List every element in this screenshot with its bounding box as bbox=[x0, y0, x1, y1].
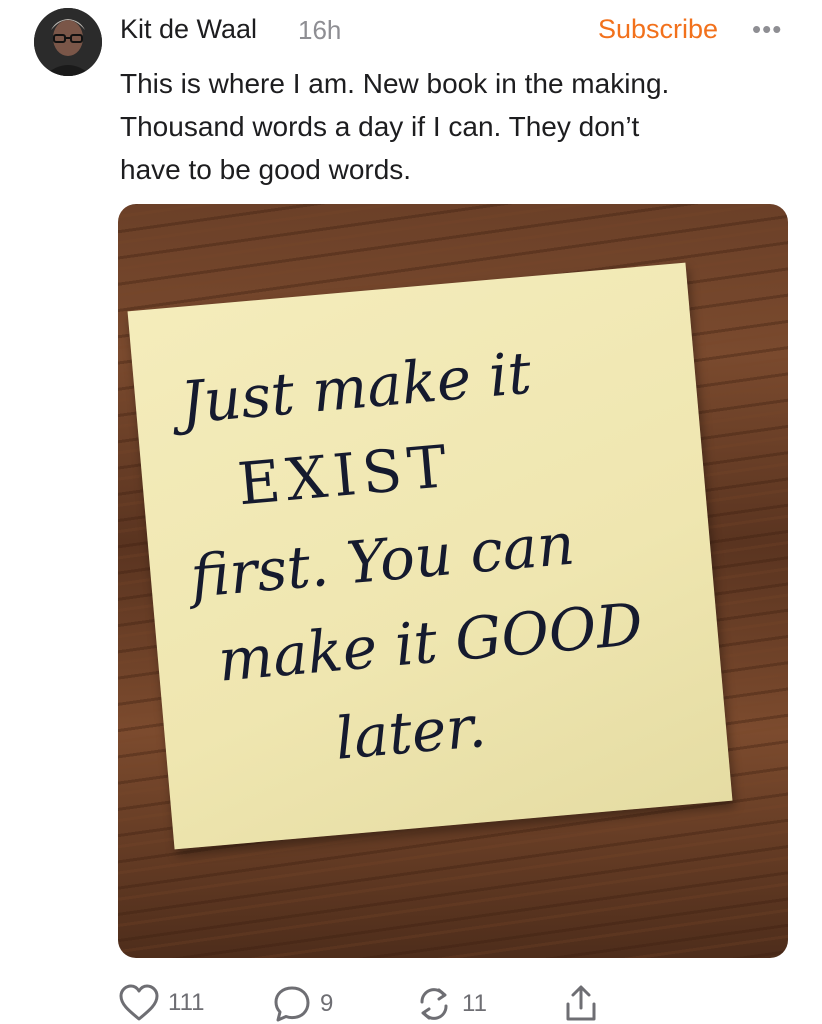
post-image[interactable]: Just make it EXIST first. You can make i… bbox=[118, 204, 788, 958]
comment-button[interactable]: 9 bbox=[272, 984, 333, 1024]
action-bar: 111 9 11 bbox=[0, 978, 822, 1024]
restack-button[interactable]: 11 bbox=[414, 984, 487, 1024]
avatar[interactable] bbox=[34, 8, 102, 76]
like-button[interactable]: 111 bbox=[118, 984, 204, 1022]
more-options-button[interactable]: ••• bbox=[752, 14, 782, 45]
comment-count: 9 bbox=[320, 990, 334, 1017]
note-line-2: EXIST bbox=[235, 431, 456, 519]
sticky-note: Just make it EXIST first. You can make i… bbox=[127, 262, 733, 850]
restack-icon bbox=[420, 988, 448, 1020]
post-card: Kit de Waal 16h Subscribe ••• This is wh… bbox=[0, 0, 822, 1024]
author-name[interactable]: Kit de Waal bbox=[120, 14, 257, 45]
note-line-4: make it GOOD bbox=[215, 589, 646, 695]
restack-count: 11 bbox=[462, 990, 487, 1017]
avatar-image bbox=[34, 8, 102, 76]
note-line-5: later. bbox=[332, 691, 489, 773]
comment-icon bbox=[274, 986, 310, 1022]
post-timestamp: 16h bbox=[298, 15, 342, 45]
like-count: 111 bbox=[168, 989, 205, 1016]
post-text: This is where I am. New book in the maki… bbox=[120, 68, 670, 185]
share-button[interactable] bbox=[562, 984, 600, 1024]
subscribe-button[interactable]: Subscribe bbox=[598, 14, 718, 45]
note-line-1: Just make it bbox=[177, 338, 534, 438]
heart-icon bbox=[119, 984, 159, 1021]
share-icon bbox=[566, 985, 596, 1021]
note-line-3: first. You can bbox=[187, 509, 578, 611]
